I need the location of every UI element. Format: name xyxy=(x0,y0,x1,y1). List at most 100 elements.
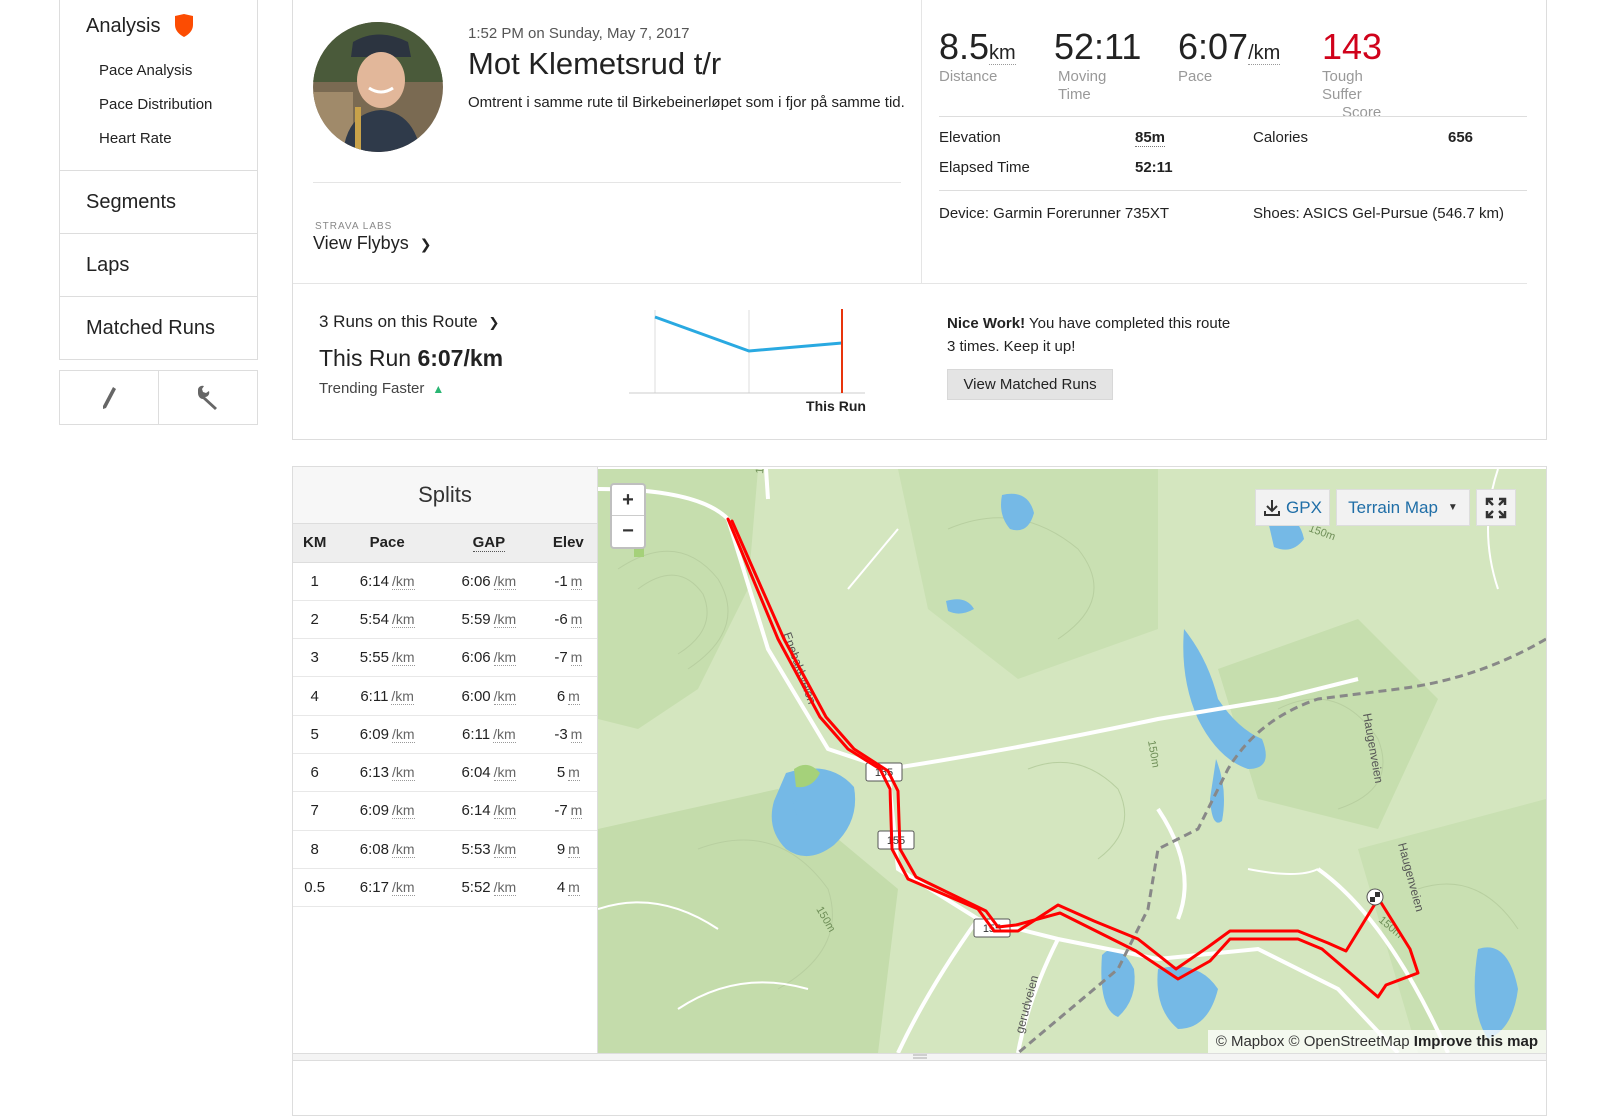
fullscreen-button[interactable] xyxy=(1476,489,1516,526)
split-gap-value: 6:11 xyxy=(462,725,491,743)
elev-unit: m xyxy=(568,764,580,782)
col-pace: Pace xyxy=(336,524,438,563)
this-run-chart-label: This Run xyxy=(806,398,866,414)
table-row: 7 6:09/km 6:14/km -7 m xyxy=(293,791,597,831)
split-km: 2 xyxy=(293,600,337,640)
divider xyxy=(939,116,1527,117)
resize-handle[interactable] xyxy=(293,1053,1546,1061)
route-trend-chart: This Run xyxy=(629,309,866,414)
table-row: 3 5:55/km 6:06/km -7 m xyxy=(293,638,597,678)
splits-table-section: Splits KM Pace GAP Elev 1 6:14/km 6:06/km -… xyxy=(293,467,598,1053)
split-gap-value: 6:14 xyxy=(461,802,491,820)
map-type-dropdown[interactable]: Terrain Map ▼ xyxy=(1336,489,1470,526)
moving-time-value: 52:11 xyxy=(1054,26,1142,67)
col-gap-label: GAP xyxy=(472,534,506,553)
split-elev-value: 4 xyxy=(556,879,566,897)
trending-status: Trending Faster ▲ xyxy=(319,380,444,397)
sidebar-sub-pace-analysis[interactable]: Pace Analysis xyxy=(99,62,192,79)
runs-on-route-label: 3 Runs on this Route xyxy=(319,312,478,331)
sidebar-item-matched-runs[interactable]: Matched Runs xyxy=(59,297,258,360)
sidebar-sub-pace-distribution[interactable]: Pace Distribution xyxy=(99,96,212,113)
elev-unit: m xyxy=(568,879,580,897)
split-elev: 9m xyxy=(539,830,597,869)
elev-unit: m xyxy=(570,802,583,820)
pace-unit: /km xyxy=(493,572,517,590)
athlete-photo xyxy=(313,22,443,152)
grip-icon xyxy=(913,1054,927,1059)
map-canvas[interactable]: Enebakkveien Haugenveien Haugenveien ger… xyxy=(598,469,1546,1053)
pace-unit: /km xyxy=(391,879,415,897)
split-elev-value: -3 xyxy=(554,725,568,743)
actions-button[interactable] xyxy=(159,371,257,424)
view-flybys-label: View Flybys xyxy=(313,233,409,253)
table-row: 5 6:09/km 6:11/km -3 m xyxy=(293,715,597,754)
map-attribution: © Mapbox © OpenStreetMap Improve this ma… xyxy=(1207,1030,1546,1053)
gpx-download-button[interactable]: GPX xyxy=(1255,489,1330,526)
pace-unit: /km xyxy=(493,610,517,628)
table-row: 8 6:08/km 5:53/km 9 m xyxy=(293,830,597,869)
view-flybys-link[interactable]: View Flybys ❯ xyxy=(313,233,431,254)
split-km: 6 xyxy=(293,753,337,793)
split-pace: 5:54/km xyxy=(336,600,438,640)
col-gap[interactable]: GAP xyxy=(438,524,540,563)
edit-button[interactable] xyxy=(60,371,159,424)
distance-unit: km xyxy=(989,42,1016,65)
table-row: 0.5 6:17/km 5:52/km 4 m xyxy=(293,868,597,908)
pace-unit: /km xyxy=(493,687,517,705)
split-gap: 6:06/km xyxy=(438,562,540,601)
splits-table: KM Pace GAP Elev 1 6:14/km 6:06/km -1 m 2 5:54… xyxy=(293,524,597,908)
split-km: 4 xyxy=(293,676,337,716)
zoom-control: + − xyxy=(610,483,646,549)
split-elev-value: 9 xyxy=(556,840,566,858)
split-elev: -7 m xyxy=(539,638,597,678)
sidebar-tools xyxy=(59,370,258,425)
shoes-info[interactable]: Shoes: ASICS Gel-Pursue (546.7 km) xyxy=(1253,205,1504,222)
split-elev: -7 m xyxy=(539,791,597,831)
split-elev: -6 m xyxy=(539,600,597,640)
sidebar-item-segments[interactable]: Segments xyxy=(59,171,258,234)
stat-pace: 6:07/km Pace xyxy=(1178,26,1281,86)
stat-suffer-score[interactable]: 143 Tough Suffer Score xyxy=(1322,26,1382,122)
split-pace: 5:55/km xyxy=(336,638,438,678)
gpx-label: GPX xyxy=(1286,497,1322,517)
pace-unit: /km xyxy=(493,764,517,782)
pace-unit: /km xyxy=(391,649,415,667)
activity-date: 1:52 PM on Sunday, May 7, 2017 xyxy=(468,25,690,42)
col-km: KM xyxy=(293,524,337,563)
sidebar: Analysis Pace Analysis Pace Distribution… xyxy=(59,0,258,360)
split-elev-value: -1 xyxy=(554,572,568,590)
divider xyxy=(939,190,1527,191)
stat-moving-time: 52:11 Moving Time xyxy=(1054,26,1141,104)
runs-on-route-link[interactable]: 3 Runs on this Route ❯ xyxy=(319,312,499,332)
download-icon xyxy=(1264,499,1281,516)
fullscreen-icon xyxy=(1485,497,1507,518)
divider xyxy=(313,182,901,183)
route-map[interactable]: Enebakkveien Haugenveien Haugenveien ger… xyxy=(598,469,1546,1053)
sidebar-sub-heart-rate[interactable]: Heart Rate xyxy=(99,130,172,147)
view-matched-runs-button[interactable]: View Matched Runs xyxy=(947,369,1113,400)
zoom-in-button[interactable]: + xyxy=(612,485,644,516)
attribution-text[interactable]: © Mapbox © OpenStreetMap xyxy=(1216,1033,1414,1050)
split-elev-value: 6 xyxy=(556,687,566,705)
split-pace-value: 6:09 xyxy=(359,725,389,743)
trend-up-icon: ▲ xyxy=(432,382,445,396)
pace-unit: /km xyxy=(1248,42,1281,65)
sidebar-item-laps[interactable]: Laps xyxy=(59,234,258,297)
split-gap: 5:53/km xyxy=(438,830,540,869)
pace-unit: /km xyxy=(493,649,517,667)
split-elev: -3 m xyxy=(539,715,597,754)
sidebar-item-analysis[interactable]: Analysis xyxy=(86,14,194,38)
split-gap: 6:00/km xyxy=(438,676,540,716)
split-pace: 6:13/km xyxy=(336,753,438,793)
improve-map-link[interactable]: Improve this map xyxy=(1414,1033,1538,1050)
strava-labs-label: STRAVA LABS xyxy=(315,221,393,232)
zoom-out-button[interactable]: − xyxy=(612,516,644,547)
pencil-icon xyxy=(103,386,116,409)
pace-unit: /km xyxy=(391,802,415,820)
device-info: Device: Garmin Forerunner 735XT xyxy=(939,205,1170,222)
avatar[interactable] xyxy=(313,22,443,152)
activity-card: 1:52 PM on Sunday, May 7, 2017 Mot Kleme… xyxy=(292,0,1547,440)
elev-unit: m xyxy=(568,840,580,858)
road-shield-label: 155 xyxy=(887,835,905,847)
pace-unit: /km xyxy=(391,572,415,590)
